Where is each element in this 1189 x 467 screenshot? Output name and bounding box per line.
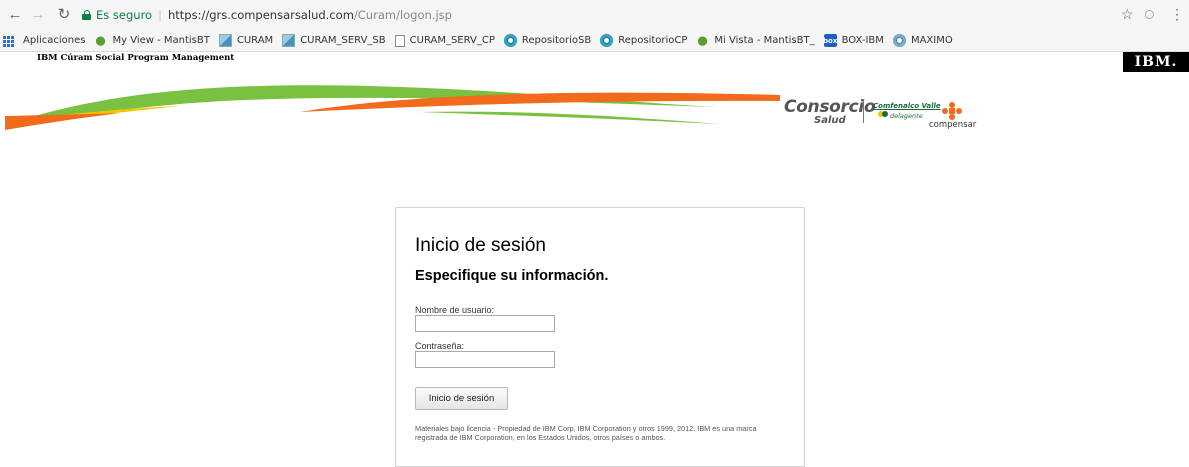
mantis-bug-icon <box>696 34 710 47</box>
username-label: Nombre de usuario: <box>415 305 495 315</box>
apps-grid-icon[interactable] <box>3 36 14 47</box>
consorcio-logo: Consorcio <box>784 97 876 117</box>
bookmark-label: My View - MantisBT <box>112 35 210 46</box>
ring-icon <box>600 34 614 47</box>
bookmark-label: RepositorioCP <box>618 35 688 46</box>
address-bar[interactable]: Es seguro | https://grs.compensarsalud.c… <box>82 6 452 24</box>
bookmark-label: Mi Vista - MantisBT_ <box>714 35 815 46</box>
bookmarks-bar: Aplicaciones My View - MantisBT CURAM CU… <box>0 30 1189 52</box>
brand-swoosh-banner <box>5 85 780 130</box>
password-field[interactable] <box>415 351 555 368</box>
bookmark-aplicaciones[interactable]: Aplicaciones <box>23 35 85 46</box>
bookmark-label: RepositorioSB <box>521 35 592 46</box>
username-field[interactable] <box>415 315 555 332</box>
bookmark-label: CURAM_SERV_CP <box>409 35 495 46</box>
forward-icon[interactable]: → <box>30 7 46 23</box>
bookmark-repositorio-cp[interactable]: RepositorioCP <box>600 34 687 47</box>
product-name: IBM Cúram Social Program Management <box>37 53 235 63</box>
bookmark-label: CURAM_SERV_SB <box>300 35 386 46</box>
lock-icon <box>82 10 91 20</box>
bookmark-box-ibm[interactable]: box BOX-IBM <box>823 34 884 47</box>
image-icon <box>282 34 296 47</box>
box-icon: box <box>823 34 837 47</box>
bookmark-label: Aplicaciones <box>23 35 86 46</box>
mantis-bug-icon <box>94 34 108 47</box>
security-label[interactable]: Es seguro <box>96 8 152 22</box>
brand-divider <box>863 99 864 123</box>
browser-menu-icon[interactable]: ⋮ <box>1170 6 1184 22</box>
password-label: Contraseña: <box>415 341 465 351</box>
comfenalco-subbrand: delagente <box>890 112 923 120</box>
address-separator: | <box>158 8 162 22</box>
comfenalco-logo: Comfenalco Valle <box>873 102 941 110</box>
login-button[interactable]: Inicio de sesión <box>415 387 508 410</box>
bookmark-label: BOX-IBM <box>841 35 884 46</box>
image-icon <box>218 34 232 47</box>
compensar-emblem-icon <box>942 102 962 120</box>
browser-toolbar: ← → ↻ Es seguro | https://grs.compensars… <box>0 0 1189 30</box>
bookmark-maximo[interactable]: MAXIMO <box>892 34 953 47</box>
bookmark-label: CURAM <box>236 35 274 46</box>
salud-logo-text: Salud <box>814 115 846 126</box>
bookmark-star-icon[interactable]: ☆ <box>1121 6 1134 23</box>
bookmark-label: MAXIMO <box>910 35 953 46</box>
login-subtitle: Especifique su información. <box>415 268 609 284</box>
bookmark-curam-serv-cp[interactable]: CURAM_SERV_CP <box>394 34 495 47</box>
bookmark-curam-serv-sb[interactable]: CURAM_SERV_SB <box>282 34 386 47</box>
extension-icon[interactable] <box>1145 10 1154 19</box>
comfenalco-emblem-icon <box>878 111 888 117</box>
legal-notice: Materiales bajo licencia - Propiedad de … <box>415 424 757 442</box>
back-icon[interactable]: ← <box>7 7 23 23</box>
document-icon <box>394 34 405 47</box>
url-origin[interactable]: https://grs.compensarsalud.com <box>168 8 354 22</box>
ring-icon <box>503 34 517 47</box>
url-path[interactable]: /Curam/logon.jsp <box>354 8 452 22</box>
bookmark-curam[interactable]: CURAM <box>218 34 274 47</box>
bookmark-mi-vista-mantis[interactable]: Mi Vista - MantisBT_ <box>696 34 815 47</box>
ibm-logo: IBM. <box>1123 52 1189 72</box>
compensar-logo: compensar <box>929 120 977 130</box>
login-panel: Inicio de sesión Especifique su informac… <box>395 207 805 467</box>
login-title: Inicio de sesión <box>415 235 546 256</box>
bookmark-repositorio-sb[interactable]: RepositorioSB <box>503 34 592 47</box>
reload-icon[interactable]: ↻ <box>56 7 72 23</box>
ring-icon <box>892 34 906 47</box>
bookmark-my-view-mantis[interactable]: My View - MantisBT <box>94 34 210 47</box>
